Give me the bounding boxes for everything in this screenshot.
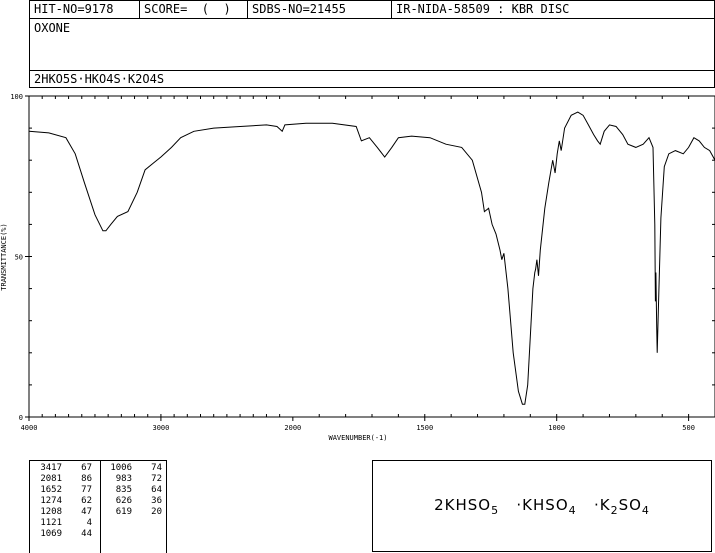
formula-subscript: 2 bbox=[610, 503, 619, 517]
peak-transmittance: 64 bbox=[151, 485, 162, 495]
peak-transmittance: 44 bbox=[81, 529, 92, 539]
peak-row: 1121 4 bbox=[30, 518, 164, 529]
plot-frame bbox=[28, 95, 715, 418]
peak-transmittance: 72 bbox=[151, 474, 162, 484]
formula-subscript: 5 bbox=[491, 503, 500, 517]
peak-wavenumber: 1652 bbox=[40, 485, 62, 495]
peak-row: 1274 62 626 36 bbox=[30, 496, 164, 507]
formula-segment: ·K bbox=[576, 495, 611, 514]
peak-transmittance: 74 bbox=[151, 463, 162, 473]
y-tick-label: 100 bbox=[10, 93, 23, 101]
x-tick-label: 1000 bbox=[548, 424, 565, 432]
structural-formula: 2KHSO5 ·KHSO4 ·K2SO4 bbox=[434, 496, 650, 517]
peak-wavenumber: 1121 bbox=[40, 518, 62, 528]
x-tick-label: 1500 bbox=[416, 424, 433, 432]
peak-transmittance bbox=[134, 518, 164, 529]
peak-table-box: 3417 67 1006 74 2081 86 983 72 1652 77 835 64 1274 62… bbox=[29, 460, 167, 553]
peak-row: 3417 67 1006 74 bbox=[30, 463, 164, 474]
peak-table: 3417 67 1006 74 2081 86 983 72 1652 77 835 64 1274 62… bbox=[30, 463, 164, 540]
formula-subscript: 4 bbox=[641, 503, 650, 517]
peak-row: 1652 77 835 64 bbox=[30, 485, 164, 496]
peak-table-divider bbox=[100, 461, 101, 553]
peak-wavenumber: 2081 bbox=[40, 474, 62, 484]
x-tick-label: 3000 bbox=[152, 424, 169, 432]
peak-transmittance: 86 bbox=[81, 474, 92, 484]
x-tick-label: 2000 bbox=[284, 424, 301, 432]
peak-transmittance: 67 bbox=[81, 463, 92, 473]
peak-wavenumber: 1274 bbox=[40, 496, 62, 506]
formula-box: 2KHSO5 ·KHSO4 ·K2SO4 bbox=[372, 460, 712, 552]
peak-wavenumber: 3417 bbox=[40, 463, 62, 473]
y-axis-label: TRANSMITTANCE(%) bbox=[0, 223, 8, 290]
formula-segment: ·KHSO bbox=[499, 495, 569, 514]
y-tick-label: 0 bbox=[19, 414, 23, 422]
spectrum-line bbox=[28, 111, 715, 405]
y-tick-label: 50 bbox=[15, 254, 23, 262]
peak-wavenumber: 1069 bbox=[40, 529, 62, 539]
formula-segment: 2KHSO bbox=[434, 495, 492, 514]
x-tick-label: 500 bbox=[682, 424, 695, 432]
ir-spectrum-chart: 4000 3000 2000 1500 1000 500 0 50 100 WAVENUMBER… bbox=[0, 93, 715, 442]
peak-transmittance: 47 bbox=[81, 507, 92, 517]
peak-wavenumber: 1208 bbox=[40, 507, 62, 517]
peak-row: 1208 47 619 20 bbox=[30, 507, 164, 518]
peak-transmittance: 36 bbox=[151, 496, 162, 506]
peak-transmittance bbox=[134, 529, 164, 540]
peak-row: 1069 44 bbox=[30, 529, 164, 540]
peak-transmittance: 77 bbox=[81, 485, 92, 495]
axis-ticks: 4000 3000 2000 1500 1000 500 0 50 100 bbox=[10, 93, 715, 432]
peak-row: 2081 86 983 72 bbox=[30, 474, 164, 485]
formula-segment: SO bbox=[618, 495, 642, 514]
peak-transmittance: 20 bbox=[151, 507, 162, 517]
peak-transmittance: 4 bbox=[86, 518, 92, 528]
x-axis-label: WAVENUMBER(-1) bbox=[328, 434, 387, 442]
x-tick-label: 4000 bbox=[21, 424, 38, 432]
formula-subscript: 4 bbox=[568, 503, 577, 517]
peak-transmittance: 62 bbox=[81, 496, 92, 506]
